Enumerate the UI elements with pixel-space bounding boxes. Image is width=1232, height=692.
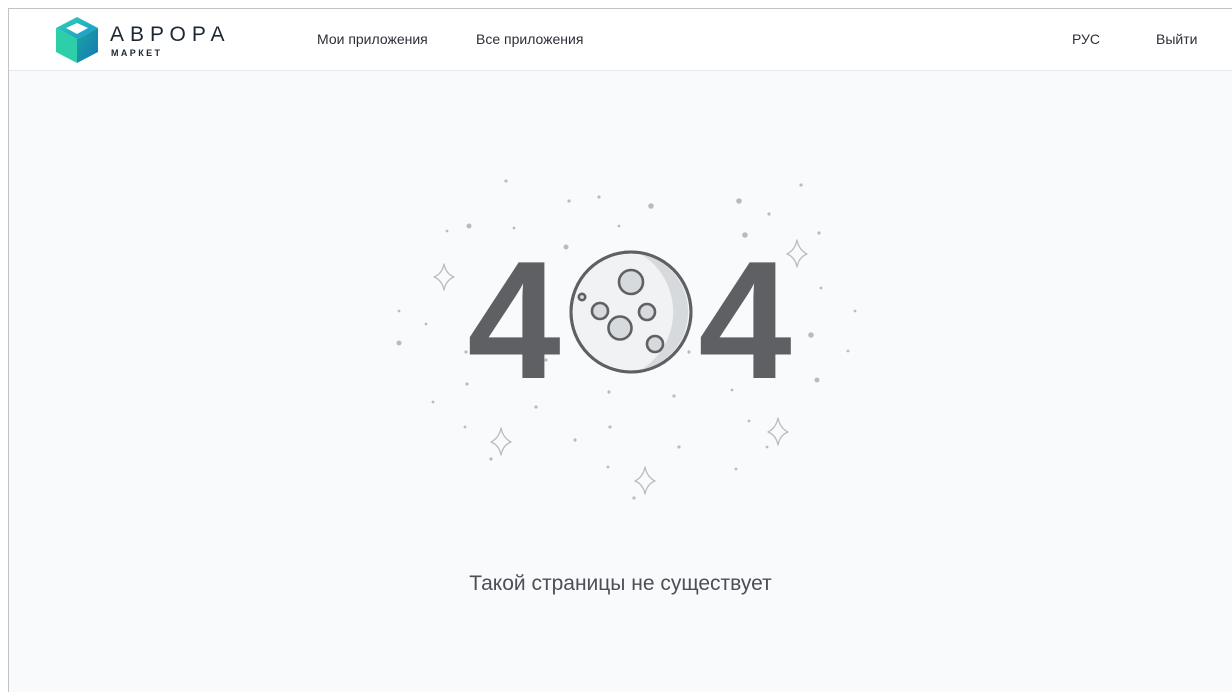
moon-icon <box>569 250 693 374</box>
error-message: Такой страницы не существует <box>469 572 772 595</box>
nav-all-apps-link[interactable]: Все приложения <box>476 31 583 47</box>
logout-link[interactable]: Выйти <box>1156 31 1197 47</box>
brand-logo[interactable]: АВРОРА МАРКЕТ <box>54 15 254 65</box>
error-page-content: 4 4 Такой страницы не существует <box>9 71 1232 692</box>
aurora-cube-logo-icon <box>56 17 98 63</box>
brand-subtitle: МАРКЕТ <box>111 48 163 58</box>
brand-title: АВРОРА <box>110 23 231 46</box>
error-digit-right: 4 <box>698 226 791 414</box>
error-404-illustration: 4 4 <box>396 179 857 500</box>
app-frame: АВРОРА МАРКЕТ Мои приложения Все приложе… <box>8 8 1232 692</box>
language-switch[interactable]: РУС <box>1072 31 1100 47</box>
top-header: АВРОРА МАРКЕТ Мои приложения Все приложе… <box>9 9 1232 71</box>
nav-my-apps-link[interactable]: Мои приложения <box>317 31 428 47</box>
error-digit-left: 4 <box>467 226 560 414</box>
